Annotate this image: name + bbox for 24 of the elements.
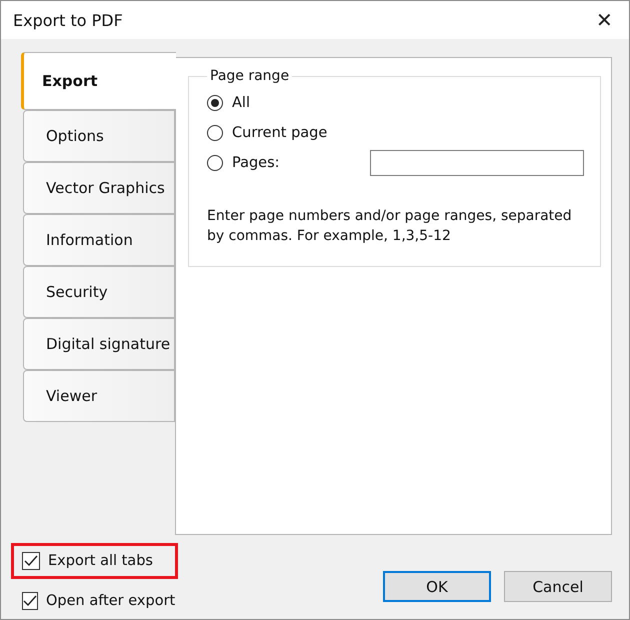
sidebar-tab[interactable]: Vector Graphics: [23, 162, 175, 214]
radio-button[interactable]: [207, 95, 223, 111]
option-label: Pages:: [232, 155, 281, 171]
option-label: All: [232, 95, 250, 111]
sidebar-tab[interactable]: Information: [23, 214, 175, 266]
dialog-button[interactable]: OK: [383, 571, 491, 602]
group-title: Page range: [209, 68, 290, 84]
checkbox-label: Export all tabs: [48, 553, 153, 569]
option-label: Current page: [232, 125, 328, 141]
close-button[interactable]: ✕: [592, 8, 617, 32]
dialog-button[interactable]: Cancel: [504, 571, 612, 602]
checkbox[interactable]: [22, 552, 40, 570]
checkbox[interactable]: [22, 592, 38, 610]
radio-button[interactable]: [207, 155, 223, 171]
sidebar-tab[interactable]: Options: [23, 110, 175, 162]
sidebar-tab[interactable]: Security: [23, 266, 175, 318]
sidebar-tab[interactable]: Export: [21, 52, 176, 110]
window-title: Export to PDF: [13, 10, 123, 30]
sidebar-tab[interactable]: Viewer: [23, 370, 175, 422]
sidebar-tab[interactable]: Digital signature: [23, 318, 175, 370]
pages-input-field[interactable]: [370, 150, 584, 176]
checkbox-label: Open after export: [46, 593, 176, 609]
hint-text: Enter page numbers and/or page ranges, separated by commas. For example, 1,3,5-12: [207, 207, 573, 246]
radio-button[interactable]: [207, 125, 223, 141]
